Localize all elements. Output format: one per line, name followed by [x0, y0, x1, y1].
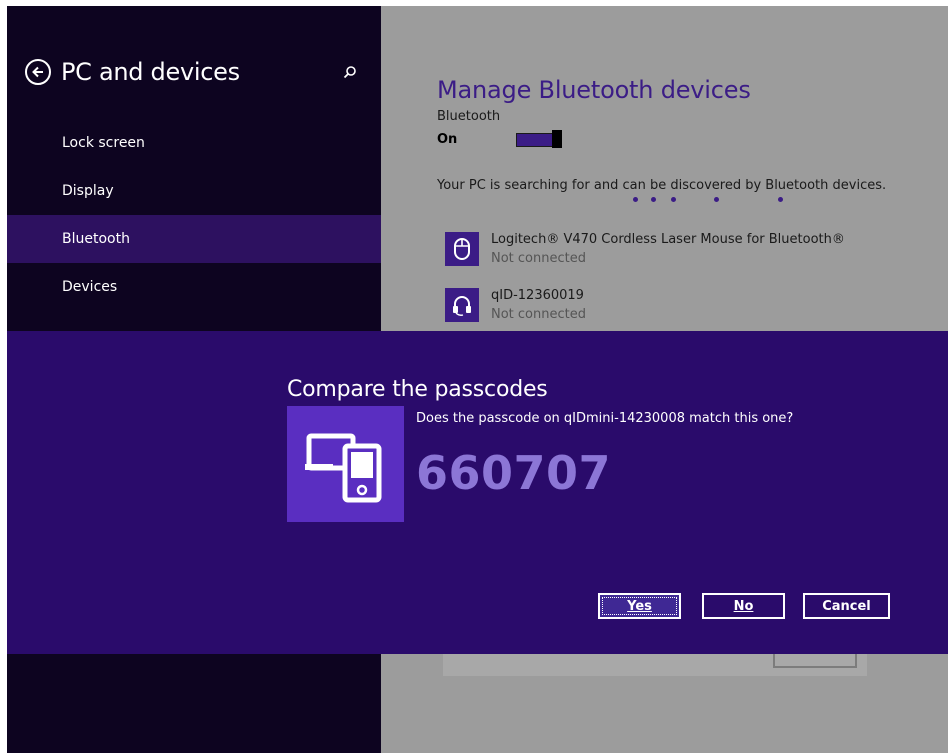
sidebar-item-label: Bluetooth: [62, 231, 130, 247]
passcode-value: 660707: [416, 446, 612, 500]
passcode-dialog: Compare the passcodes Does the passcode …: [7, 331, 948, 654]
sidebar-item-devices[interactable]: Devices: [7, 263, 381, 311]
device-text: qID-12360019 Not connected: [491, 288, 586, 323]
progress-dot: [633, 197, 638, 202]
headset-icon: [445, 288, 479, 322]
no-button[interactable]: No: [702, 593, 785, 619]
device-text: Logitech® V470 Cordless Laser Mouse for …: [491, 232, 845, 267]
device-status: Not connected: [491, 307, 586, 322]
sidebar-item-bluetooth[interactable]: Bluetooth: [7, 215, 381, 263]
mouse-icon: [445, 232, 479, 266]
progress-dot: [714, 197, 719, 202]
sidebar-item-label: Devices: [62, 279, 118, 295]
sidebar-item-label: Lock screen: [62, 135, 145, 151]
searching-status: Your PC is searching for and can be disc…: [437, 178, 887, 193]
cancel-button-label: Cancel: [822, 598, 871, 614]
no-button-label: No: [733, 598, 754, 614]
device-status: Not connected: [491, 251, 586, 266]
search-icon[interactable]: [343, 64, 357, 83]
settings-window: PC and devices Lock screen Display Bluet…: [7, 6, 948, 753]
sidebar-title: PC and devices: [61, 58, 240, 86]
device-item-headset[interactable]: qID-12360019 Not connected: [445, 288, 586, 323]
progress-dot: [778, 197, 783, 202]
yes-button[interactable]: Yes: [598, 593, 681, 619]
bluetooth-label: Bluetooth: [437, 109, 501, 124]
page-title: Manage Bluetooth devices: [437, 76, 751, 105]
yes-button-label: Yes: [627, 598, 652, 614]
sidebar-item-display[interactable]: Display: [7, 167, 381, 215]
progress-dot: [671, 197, 676, 202]
devices-icon: [287, 406, 404, 522]
device-item-mouse[interactable]: Logitech® V470 Cordless Laser Mouse for …: [445, 232, 845, 267]
back-arrow-icon[interactable]: [25, 59, 51, 85]
sidebar-item-label: Display: [62, 183, 114, 199]
bluetooth-toggle[interactable]: [516, 130, 562, 148]
device-name: qID-12360019: [491, 288, 584, 303]
toggle-thumb: [552, 130, 562, 148]
passcode-question: Does the passcode on qIDmini-14230008 ma…: [416, 411, 794, 426]
sidebar-item-lock-screen[interactable]: Lock screen: [7, 119, 381, 167]
progress-dot: [651, 197, 656, 202]
dialog-title: Compare the passcodes: [287, 377, 548, 403]
bluetooth-state: On: [437, 132, 458, 147]
sidebar-header: PC and devices: [25, 58, 240, 86]
cancel-button[interactable]: Cancel: [803, 593, 890, 619]
device-name: Logitech® V470 Cordless Laser Mouse for …: [491, 232, 845, 247]
